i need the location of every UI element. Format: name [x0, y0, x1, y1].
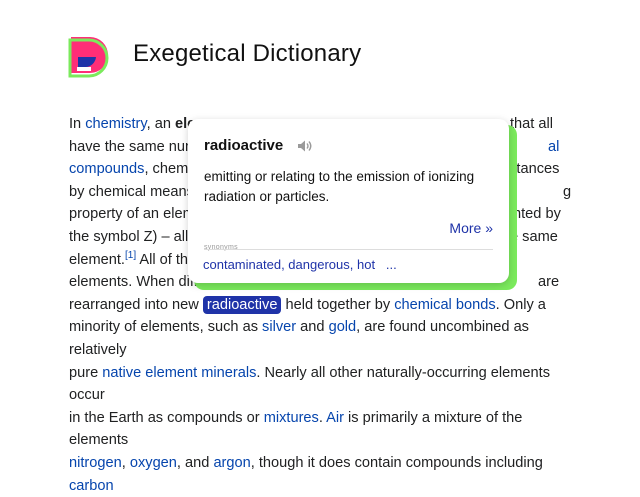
popup-word: radioactive [204, 137, 284, 154]
synonyms-divider [204, 249, 493, 250]
app-title: Exegetical Dictionary [133, 40, 362, 67]
popup-card: radioactive emitting or relating to the … [188, 119, 509, 283]
link-chemical-compounds[interactable]: al [548, 136, 559, 159]
synonyms-more[interactable]: ... [386, 257, 397, 272]
synonyms-list: contaminated, dangerous, hot ... [203, 257, 397, 272]
speaker-icon[interactable] [297, 139, 313, 153]
link-mixtures[interactable]: mixtures [264, 410, 319, 426]
link-native-element-minerals[interactable]: native element minerals [102, 365, 256, 381]
article-line: nitrogen, oxygen, and argon, though it d… [69, 454, 543, 494]
app-logo-icon [68, 34, 112, 78]
popup-definition: emitting or relating to the emission of … [204, 169, 475, 204]
article-line: in the Earth as compounds or mixtures. A… [69, 409, 523, 449]
article-line: rearranged into new radioactive held tog… [69, 295, 546, 314]
synonym-item[interactable]: contaminated [203, 257, 281, 272]
link-chemistry[interactable]: chemistry [85, 116, 146, 132]
link-compounds[interactable]: compounds [69, 161, 144, 177]
link-silver[interactable]: silver [262, 319, 296, 335]
link-air[interactable]: Air [326, 410, 344, 426]
link-carbon[interactable]: carbon [69, 478, 114, 494]
link-oxygen[interactable]: oxygen [130, 455, 177, 471]
highlighted-word[interactable]: radioactive [202, 295, 282, 314]
synonym-item[interactable]: dangerous [288, 257, 349, 272]
link-gold[interactable]: gold [329, 319, 357, 335]
link-argon[interactable]: argon [213, 455, 250, 471]
article-line: minority of elements, such as silver and… [69, 319, 529, 358]
app-header [68, 34, 112, 78]
more-link[interactable]: More » [449, 220, 493, 236]
link-chemical-bonds[interactable]: chemical bonds [394, 297, 495, 313]
definition-popup: radioactive emitting or relating to the … [188, 119, 517, 291]
link-nitrogen[interactable]: nitrogen [69, 455, 122, 471]
synonym-item[interactable]: hot [357, 257, 375, 272]
citation-link[interactable]: [1] [125, 250, 136, 261]
